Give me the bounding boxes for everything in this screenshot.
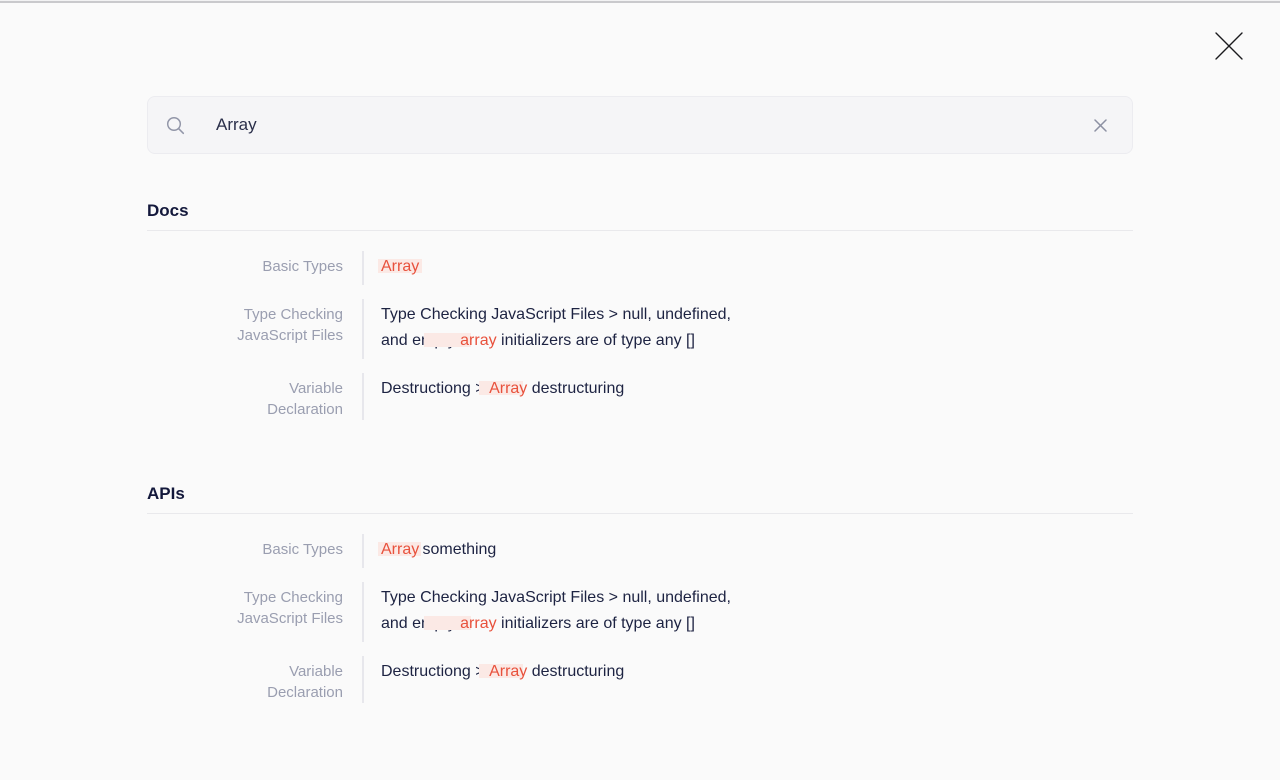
result-row[interactable]: Variable Declaration Destructiong > Arra… [147,656,1133,703]
result-category: Basic Types [147,534,362,568]
result-text-part: Destructiong > [381,380,489,397]
search-bar [147,96,1133,154]
section-rows: Basic Types Array Type Checking JavaScri… [147,231,1133,420]
section-title: APIs [147,484,1133,514]
result-text: Type Checking JavaScript Files > null, u… [362,299,731,359]
window-top-edge [0,0,1280,3]
result-text-part: .something [418,541,496,558]
result-text-part: Destructiong > [381,663,489,680]
section-title: Docs [147,201,1133,231]
result-text-part: initializers are of type any [] [497,615,695,632]
result-category: Variable Declaration [147,373,362,420]
result-category: Basic Types [147,251,362,285]
result-text-part: Type Checking JavaScript Files > null, u… [381,306,731,323]
result-category: Variable Declaration [147,656,362,703]
result-text-part: initializers are of type any [] [497,332,695,349]
search-input[interactable] [216,115,1088,135]
result-category: Type Checking JavaScript Files [147,299,362,359]
result-category: Type Checking JavaScript Files [147,582,362,642]
result-row[interactable]: Type Checking JavaScript Files Type Chec… [147,299,1133,359]
highlighted-match: array [460,332,496,349]
close-icon [1213,30,1245,62]
close-button[interactable] [1208,25,1250,67]
result-row[interactable]: Basic Types Array [147,251,1133,285]
result-text: Destructiong > Array destructuring [362,656,624,703]
result-text: Destructiong > Array destructuring [362,373,624,420]
result-text-part: Type Checking JavaScript Files > null, u… [381,589,731,606]
result-text-part: destructuring [527,380,624,397]
result-category-label: Variable Declaration [213,378,343,420]
result-text: Array [362,251,419,285]
search-modal: Docs Basic Types Array Type Checking Jav… [147,0,1133,703]
result-text-part: destructuring [527,663,624,680]
search-icon [165,115,186,136]
results-section: APIs Basic Types Array.something Type Ch… [147,484,1133,703]
result-text: Array.something [362,534,496,568]
result-category-label: Basic Types [262,539,343,560]
result-category-label: Type Checking JavaScript Files [213,304,343,346]
highlighted-match: Array [489,380,527,397]
highlighted-match: array [460,615,496,632]
result-category-label: Basic Types [262,256,343,277]
results: Docs Basic Types Array Type Checking Jav… [147,201,1133,703]
results-section: Docs Basic Types Array Type Checking Jav… [147,201,1133,420]
section-rows: Basic Types Array.something Type Checkin… [147,514,1133,703]
result-category-label: Type Checking JavaScript Files [213,587,343,629]
clear-icon [1093,118,1108,133]
highlighted-match: Array [381,258,419,275]
result-row[interactable]: Type Checking JavaScript Files Type Chec… [147,582,1133,642]
highlighted-match: Array [489,663,527,680]
result-row[interactable]: Basic Types Array.something [147,534,1133,568]
result-text: Type Checking JavaScript Files > null, u… [362,582,731,642]
result-row[interactable]: Variable Declaration Destructiong > Arra… [147,373,1133,420]
clear-search-button[interactable] [1088,113,1112,137]
result-category-label: Variable Declaration [213,661,343,703]
highlighted-match: Array [381,541,418,558]
